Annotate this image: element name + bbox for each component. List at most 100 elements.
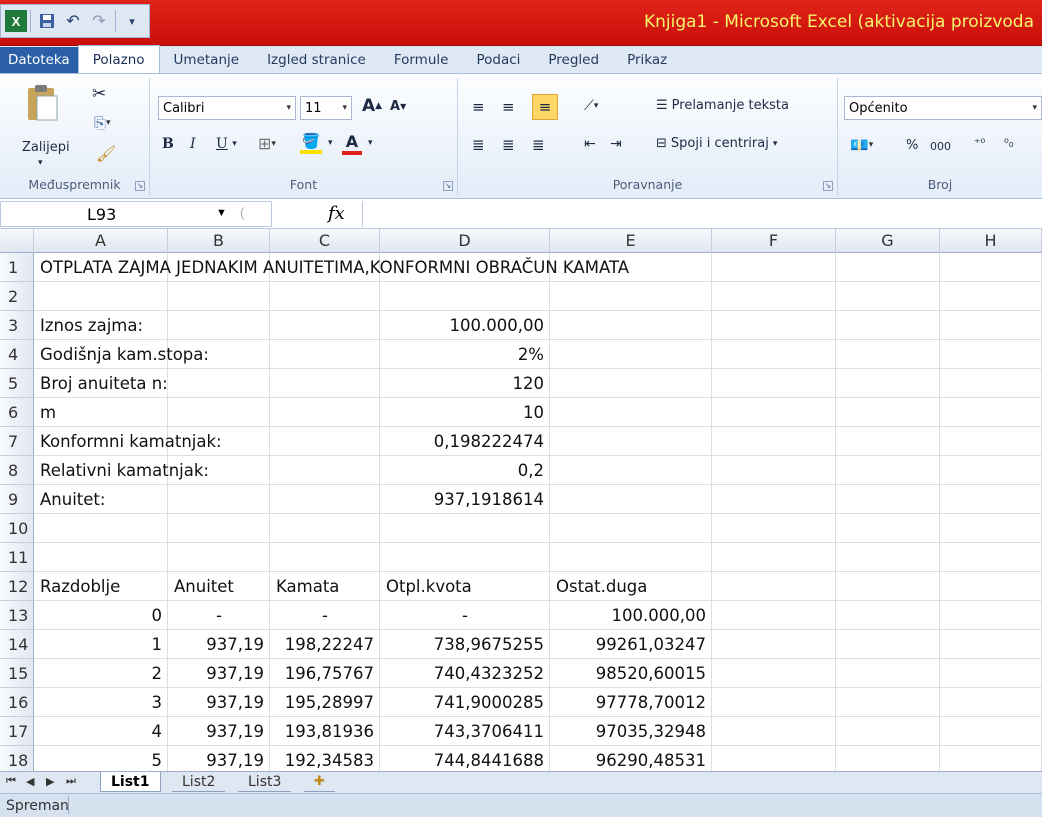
clipboard-launcher-icon[interactable]: ↘ (135, 181, 145, 191)
customize-qat-icon[interactable]: ▾ (119, 8, 145, 34)
increase-indent-icon[interactable]: ⇥ (610, 136, 622, 152)
fill-color-dropdown-icon[interactable]: ▾ (328, 138, 333, 148)
table-cell[interactable]: 937,19 (168, 717, 270, 746)
sheet-title-cell[interactable]: OTPLATA ZAJMA JEDNAKIM ANUITETIMA,KONFOR… (34, 253, 1014, 282)
table-cell[interactable]: 195,28997 (270, 688, 380, 717)
fill-color-icon[interactable]: 🪣 (300, 132, 322, 154)
italic-button[interactable]: I (190, 136, 196, 152)
align-left-icon[interactable]: ≣ (472, 136, 485, 154)
sheet-tab-list1[interactable]: List1 (100, 772, 161, 792)
row-header-11[interactable]: 11 (0, 543, 34, 572)
table-cell[interactable]: 198,22247 (270, 630, 380, 659)
table-header-cell[interactable]: Kamata (270, 572, 380, 601)
row-header-16[interactable]: 16 (0, 688, 34, 717)
column-header-d[interactable]: D (380, 229, 550, 253)
alignment-launcher-icon[interactable]: ↘ (823, 181, 833, 191)
param-value-cell[interactable]: 0,198222474 (380, 427, 550, 456)
param-value-cell[interactable]: 937,1918614 (380, 485, 550, 514)
decrease-indent-icon[interactable]: ⇤ (584, 136, 596, 152)
thousands-button[interactable]: 000 (930, 140, 951, 153)
tab-page-layout[interactable]: Izgled stranice (253, 47, 380, 73)
row-header-1[interactable]: 1 (0, 253, 34, 282)
param-label-cell[interactable]: Anuitet: (34, 485, 374, 514)
tab-view[interactable]: Prikaz (613, 47, 681, 73)
row-header-3[interactable]: 3 (0, 311, 34, 340)
select-all-corner[interactable] (0, 229, 34, 253)
table-cell[interactable]: 100.000,00 (550, 601, 712, 630)
table-header-cell[interactable]: Otpl.kvota (380, 572, 550, 601)
format-painter-icon[interactable]: 🖌 (96, 144, 116, 163)
table-cell[interactable]: 192,34583 (270, 746, 380, 771)
tab-data[interactable]: Podaci (462, 47, 534, 73)
borders-icon[interactable]: ⊞ ▾ (258, 134, 276, 153)
row-header-6[interactable]: 6 (0, 398, 34, 427)
row-header-14[interactable]: 14 (0, 630, 34, 659)
row-header-12[interactable]: 12 (0, 572, 34, 601)
row-header-10[interactable]: 10 (0, 514, 34, 543)
table-cell[interactable]: 0 (34, 601, 168, 630)
table-cell[interactable]: 96290,48531 (550, 746, 712, 771)
param-value-cell[interactable]: 2% (380, 340, 550, 369)
table-cell[interactable]: - (270, 601, 380, 630)
table-cell[interactable]: 99261,03247 (550, 630, 712, 659)
name-box-dropdown-icon[interactable]: ▼ (216, 207, 227, 219)
table-cell[interactable]: - (380, 601, 550, 630)
table-cell[interactable]: 743,3706411 (380, 717, 550, 746)
column-header-e[interactable]: E (550, 229, 712, 253)
param-label-cell[interactable]: Konformni kamatnjak: (34, 427, 374, 456)
font-launcher-icon[interactable]: ↘ (443, 181, 453, 191)
table-cell[interactable]: 2 (34, 659, 168, 688)
next-sheet-icon[interactable]: ▶ (46, 775, 54, 788)
column-header-f[interactable]: F (712, 229, 836, 253)
align-middle-icon[interactable]: ≡ (502, 98, 515, 116)
cut-icon[interactable]: ✂ (92, 84, 106, 104)
accounting-format-icon[interactable]: 💶 ▾ (850, 136, 873, 154)
param-label-cell[interactable]: m (34, 398, 374, 427)
table-cell[interactable]: 937,19 (168, 746, 270, 771)
row-header-13[interactable]: 13 (0, 601, 34, 630)
prev-sheet-icon[interactable]: ◀ (26, 775, 34, 788)
row-header-9[interactable]: 9 (0, 485, 34, 514)
table-cell[interactable]: 97778,70012 (550, 688, 712, 717)
row-header-2[interactable]: 2 (0, 282, 34, 311)
tab-file[interactable]: Datoteka (0, 47, 78, 73)
param-label-cell[interactable]: Godišnja kam.stopa: (34, 340, 374, 369)
grow-font-button[interactable]: A ▲ (362, 96, 382, 116)
table-cell[interactable]: 98520,60015 (550, 659, 712, 688)
column-header-g[interactable]: G (836, 229, 940, 253)
row-header-5[interactable]: 5 (0, 369, 34, 398)
font-color-dropdown-icon[interactable]: ▾ (368, 138, 373, 148)
row-header-4[interactable]: 4 (0, 340, 34, 369)
tab-formulas[interactable]: Formule (380, 47, 463, 73)
undo-icon[interactable]: ↶ (60, 8, 86, 34)
table-cell[interactable]: 196,75767 (270, 659, 380, 688)
fx-icon[interactable]: fx (328, 203, 345, 224)
table-header-cell[interactable]: Ostat.duga (550, 572, 712, 601)
row-header-7[interactable]: 7 (0, 427, 34, 456)
table-cell[interactable]: 3 (34, 688, 168, 717)
column-header-h[interactable]: H (940, 229, 1042, 253)
column-header-a[interactable]: A (34, 229, 168, 253)
table-header-cell[interactable]: Anuitet (168, 572, 270, 601)
table-header-cell[interactable]: Razdoblje (34, 572, 168, 601)
table-cell[interactable]: 741,9000285 (380, 688, 550, 717)
spreadsheet-grid[interactable]: ABCDEFGH12345678910111213141516171819OTP… (0, 229, 1042, 771)
redo-icon[interactable]: ↷ (86, 8, 112, 34)
paste-label[interactable]: Zalijepi (22, 140, 70, 155)
table-cell[interactable]: 4 (34, 717, 168, 746)
font-name-select[interactable]: Calibri ▾ (158, 96, 296, 120)
wrap-text-button[interactable]: ☰ Prelamanje teksta (656, 98, 789, 113)
number-format-select[interactable]: Općenito ▾ (844, 96, 1042, 120)
tab-home[interactable]: Polazno (77, 45, 160, 73)
table-cell[interactable]: 738,9675255 (380, 630, 550, 659)
column-header-b[interactable]: B (168, 229, 270, 253)
param-value-cell[interactable]: 120 (380, 369, 550, 398)
percent-button[interactable]: % (906, 138, 918, 153)
row-header-15[interactable]: 15 (0, 659, 34, 688)
first-sheet-icon[interactable]: ⏮ (6, 775, 16, 788)
tab-review[interactable]: Pregled (534, 47, 613, 73)
table-cell[interactable]: 744,8441688 (380, 746, 550, 771)
formula-input[interactable] (362, 201, 1042, 227)
table-cell[interactable]: - (168, 601, 270, 630)
increase-decimal-icon[interactable]: ⁺⁰ (974, 136, 985, 150)
